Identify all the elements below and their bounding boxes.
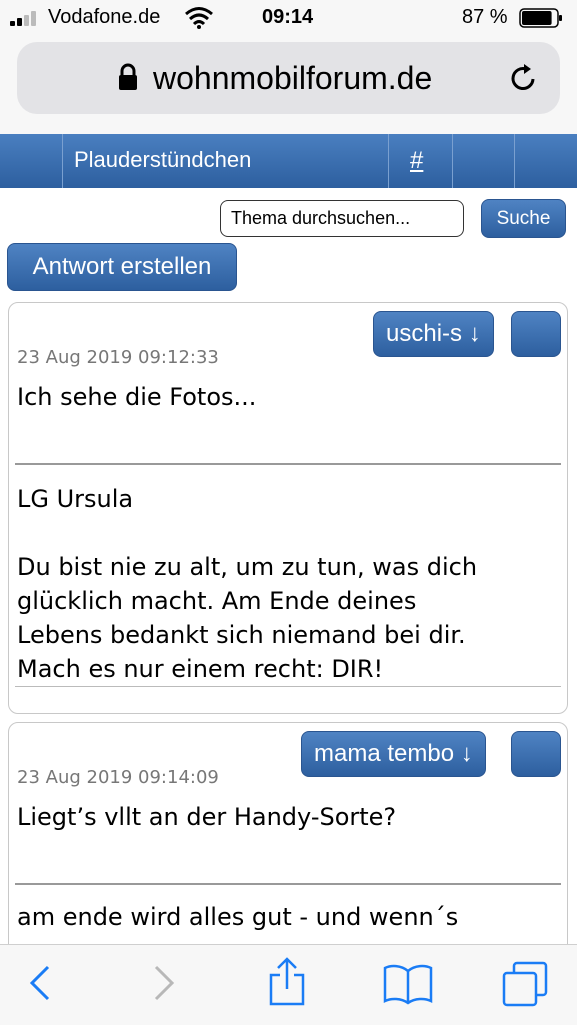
forward-icon[interactable] — [152, 963, 176, 1003]
forum-navbar: Plauderstündchen # — [0, 134, 577, 188]
battery-percentage: 87 % — [462, 6, 508, 28]
reload-icon[interactable] — [507, 62, 539, 94]
signature-line: Lebens bedankt sich niemand bei dir. — [17, 621, 466, 649]
battery-icon — [519, 8, 562, 28]
post-text: Liegt’s vllt an der Handy-Sorte? — [17, 803, 397, 831]
tabs-icon[interactable] — [502, 961, 548, 1007]
signal-strength-icon — [10, 10, 44, 26]
wifi-icon — [185, 7, 213, 29]
forum-post: uschi-s ↓ 23 Aug 2019 09:12:33 Ich sehe … — [8, 302, 568, 714]
signature-line: Du bist nie zu alt, um zu tun, was dich — [17, 553, 478, 581]
forum-section-title[interactable]: Plauderstündchen — [74, 147, 251, 173]
hash-link[interactable]: # — [410, 147, 423, 175]
nav-divider — [452, 134, 453, 188]
post-divider — [15, 686, 561, 687]
url-text: wohnmobilforum.de — [153, 60, 433, 96]
signature-line: Mach es nur einem recht: DIR! — [17, 655, 384, 683]
signature-line: glücklich macht. Am Ende deines — [17, 587, 417, 615]
create-reply-button[interactable]: Antwort erstellen — [7, 243, 237, 291]
clock: 09:14 — [262, 6, 314, 28]
browser-toolbar — [0, 944, 577, 1025]
nav-divider — [62, 134, 63, 188]
share-icon[interactable] — [268, 957, 306, 1007]
post-date: 23 Aug 2019 09:12:33 — [17, 347, 219, 368]
address-bar[interactable]: wohnmobilforum.de — [17, 42, 560, 114]
search-button[interactable]: Suche — [481, 199, 566, 238]
author-button[interactable]: uschi-s ↓ — [373, 311, 494, 357]
forum-post: mama tembo ↓ 23 Aug 2019 09:14:09 Liegt’… — [8, 722, 568, 982]
nav-divider — [514, 134, 515, 188]
post-menu-button[interactable] — [511, 731, 561, 777]
browser-address-area: wohnmobilforum.de — [0, 38, 577, 134]
author-button[interactable]: mama tembo ↓ — [301, 731, 486, 777]
post-date: 23 Aug 2019 09:14:09 — [17, 767, 219, 788]
lock-icon — [119, 63, 137, 90]
post-menu-button[interactable] — [511, 311, 561, 357]
carrier-name: Vodafone.de — [48, 6, 161, 28]
signature-divider — [15, 883, 561, 885]
signature-line: am ende wird alles gut - und wenn´s — [17, 903, 459, 931]
nav-divider — [388, 134, 389, 188]
signature-divider — [15, 463, 561, 465]
status-bar: Vodafone.de 09:14 87 % — [0, 0, 577, 38]
post-text: Ich sehe die Fotos... — [17, 383, 257, 411]
topic-search-input[interactable] — [220, 200, 464, 237]
signature-line: LG Ursula — [17, 485, 134, 513]
back-icon[interactable] — [28, 963, 52, 1003]
bookmarks-icon[interactable] — [383, 963, 433, 1005]
